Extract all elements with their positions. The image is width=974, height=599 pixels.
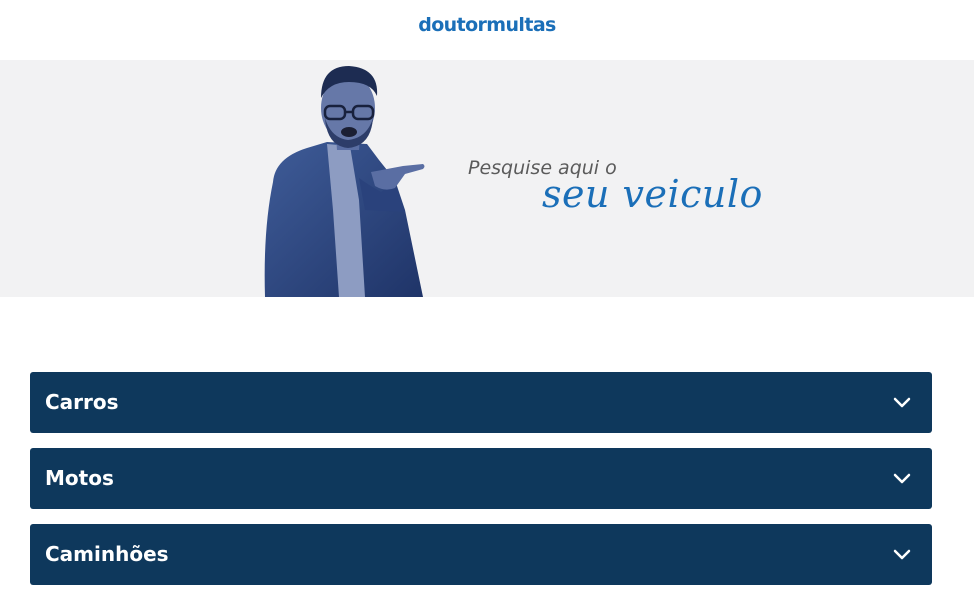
site-header: doutormultas [0,0,974,60]
accordion-label: Motos [45,466,114,490]
chevron-down-icon [893,473,911,484]
chevron-down-icon [893,397,911,408]
hero-banner: Pesquise aqui o seu veiculo [0,60,974,297]
accordion-motos[interactable]: Motos [30,448,932,509]
site-logo[interactable]: doutormultas [0,14,974,36]
accordion-label: Caminhões [45,542,169,566]
accordion-caminhoes[interactable]: Caminhões [30,524,932,585]
chevron-down-icon [893,549,911,560]
accordion-label: Carros [45,390,119,414]
accordion-carros[interactable]: Carros [30,372,932,433]
hero-person-image [264,66,425,297]
hero-tagline-line2: seu veiculo [542,172,763,216]
